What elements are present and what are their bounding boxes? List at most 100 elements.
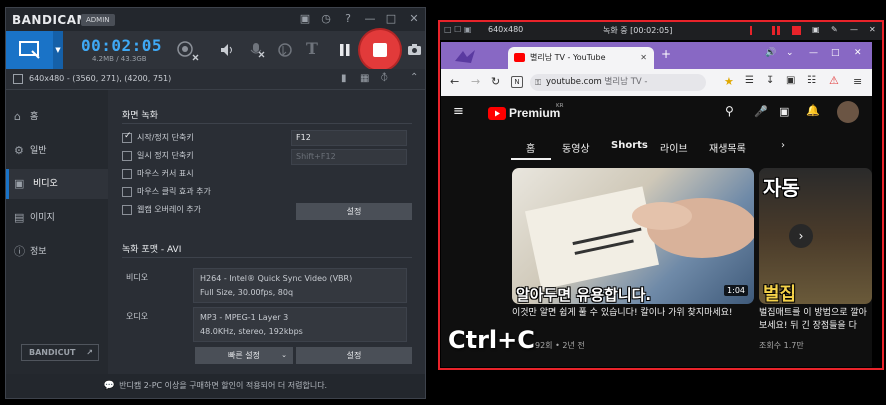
bandicut-label: BANDICUT <box>29 348 76 357</box>
chevron-down-icon[interactable]: ▼ <box>53 31 63 69</box>
video-title[interactable]: 이것만 알면 쉽게 풀 수 있습니다! 칼이나 가위 찾지마세요! <box>512 307 752 320</box>
url-field[interactable]: ⚿ youtube.com 별리남 TV - <box>530 74 706 91</box>
option-label: 시작/정지 단축키 <box>137 133 194 142</box>
webcam-off-icon[interactable] <box>174 39 200 61</box>
camera-icon[interactable] <box>407 43 422 56</box>
video-format-box[interactable]: H264 - Intel® Quick Sync Video (VBR) Ful… <box>193 268 407 303</box>
reload-icon[interactable]: ↻ <box>491 75 500 88</box>
bandicam-logo: BANDICAM <box>12 13 89 27</box>
tab-live[interactable]: 라이브 <box>660 140 688 155</box>
mouse-click-icon[interactable] <box>277 42 293 58</box>
chevron-right-icon[interactable]: › <box>781 140 785 151</box>
sidebar-item-general[interactable]: ⚙ 일반 <box>6 136 108 166</box>
pause-icon[interactable] <box>339 43 351 57</box>
format-settings-button[interactable]: 설정 <box>296 347 412 364</box>
admin-badge: ADMIN <box>81 14 115 26</box>
microphone-icon[interactable]: 🎤 <box>754 105 768 118</box>
sidebar-item-label: 이미지 <box>30 213 55 223</box>
sidebar-item-image[interactable]: ▤ 이미지 <box>6 203 108 233</box>
tab-videos[interactable]: 동영상 <box>562 140 590 155</box>
avatar[interactable] <box>837 101 859 123</box>
checkbox[interactable] <box>122 150 132 161</box>
reading-list-icon[interactable]: ☰ <box>745 75 754 86</box>
youtube-favicon <box>514 53 525 62</box>
clock-icon[interactable]: ◷ <box>319 12 333 26</box>
option-pause-hotkey[interactable]: 일시 정지 단축키 <box>122 150 194 161</box>
video-thumbnail[interactable]: 자동 벌집 <box>759 168 872 304</box>
collapse-icon[interactable]: ⌃ <box>410 72 418 83</box>
youtube-logo-icon[interactable] <box>488 107 506 120</box>
stop-record-button[interactable] <box>360 30 400 70</box>
speaker-icon[interactable] <box>219 42 235 58</box>
video-params: Full Size, 30.00fps, 80q <box>200 288 294 297</box>
checkbox[interactable] <box>122 204 132 215</box>
next-arrow-icon[interactable]: › <box>789 224 813 248</box>
promo-footer[interactable]: 💬 반디캠 2-PC 이상을 구매하면 할인이 적용되어 더 저렴합니다. <box>6 374 425 398</box>
quick-settings-button[interactable]: 빠른 설정 ⌄ <box>195 347 293 364</box>
sidebar-item-video[interactable]: ▣ 비디오 <box>6 169 108 199</box>
option-webcam-overlay[interactable]: 웹캠 오버레이 추가 <box>122 204 201 215</box>
video-title[interactable]: 벌집매트를 이 방법으로 깔아보세요! 뒤 긴 장점들을 다 <box>759 307 869 333</box>
webcam-settings-button[interactable]: 설정 <box>296 203 412 220</box>
tab-home[interactable]: 홈 <box>526 140 535 155</box>
tab-shorts[interactable]: Shorts <box>611 140 648 151</box>
start-hotkey-field[interactable]: F12 <box>291 130 407 146</box>
reader-mode-icon[interactable]: N <box>511 76 523 88</box>
divider <box>122 257 412 258</box>
close-icon[interactable]: ✕ <box>854 48 862 58</box>
close-icon[interactable]: ✕ <box>407 12 421 26</box>
bookmark-star-icon[interactable]: ★ <box>724 75 734 88</box>
back-icon[interactable]: ← <box>450 75 459 88</box>
audio-format-box[interactable]: MP3 - MPEG-1 Layer 3 48.0KHz, stereo, 19… <box>193 307 407 342</box>
bell-icon[interactable]: 🔔 <box>806 104 820 117</box>
screen-mode-button[interactable]: ▼ <box>6 31 63 69</box>
video-thumbnail[interactable]: 알아두면 유용합니다. 1:04 <box>512 168 754 304</box>
search-icon[interactable]: ⚲ <box>725 104 734 118</box>
option-label: 마우스 클릭 효과 추가 <box>137 187 211 196</box>
chevron-down-icon[interactable]: ⌄ <box>786 48 794 58</box>
folder-icon[interactable]: ▣ <box>298 12 312 26</box>
menu-icon[interactable]: ≡ <box>853 75 862 88</box>
minimize-icon[interactable]: — <box>809 48 818 58</box>
checkbox-checked[interactable]: ✓ <box>122 131 132 143</box>
thumbnail-caption: 알아두면 유용합니다. <box>516 286 652 304</box>
maximize-icon[interactable]: □ <box>831 48 840 58</box>
minimize-icon[interactable]: — <box>363 12 377 26</box>
microphone-off-icon[interactable] <box>248 41 266 59</box>
sidebar-item-home[interactable]: ⌂ 홈 <box>6 102 108 132</box>
recording-timer: 00:02:05 <box>81 36 163 55</box>
premium-logo-text[interactable]: Premium <box>509 106 560 120</box>
text-overlay-icon[interactable]: T <box>306 39 318 58</box>
address-bar-row: ← → ↻ N ⚿ youtube.com 별리남 TV - ★ ☰ ↧ ▣ ☷… <box>441 69 872 96</box>
sidebar: ⌂ 홈 ⚙ 일반 ▣ 비디오 ▤ 이미지 ⓘ 정보 BANDICUT ↗ <box>6 90 108 374</box>
checkbox[interactable] <box>122 168 132 179</box>
record-settings-icon[interactable]: ▦ <box>360 73 369 84</box>
extensions-icon[interactable]: ☷ <box>807 75 816 86</box>
pause-hotkey-field[interactable]: Shift+F12 <box>291 149 407 165</box>
video-icon[interactable]: ▮ <box>341 73 347 84</box>
sidebar-item-info[interactable]: ⓘ 정보 <box>6 237 108 267</box>
quick-settings-label: 빠른 설정 <box>228 351 260 360</box>
option-show-cursor[interactable]: 마우스 커서 표시 <box>122 168 194 179</box>
option-label: 일시 정지 단축키 <box>137 151 194 160</box>
maximize-icon[interactable]: □ <box>384 12 398 26</box>
warning-icon[interactable]: ⚠ <box>829 74 839 87</box>
create-video-icon[interactable]: ▣ <box>779 105 789 118</box>
info-icon: ⓘ <box>14 245 25 258</box>
help-icon[interactable]: ? <box>341 12 355 26</box>
option-start-stop-hotkey[interactable]: ✓ 시작/정지 단축키 <box>122 131 194 143</box>
tab-close-icon[interactable]: ✕ <box>640 47 647 69</box>
speaker-icon[interactable]: 🔊 <box>765 48 776 58</box>
region-checkbox[interactable] <box>13 74 23 84</box>
browser-tab[interactable]: 별리남 TV - YouTube ✕ <box>508 47 654 69</box>
hamburger-menu-icon[interactable]: ≡ <box>453 104 464 119</box>
option-click-effect[interactable]: 마우스 클릭 효과 추가 <box>122 186 211 197</box>
bandicut-button[interactable]: BANDICUT ↗ <box>21 344 99 361</box>
capture-icon[interactable]: ▣ <box>786 75 795 86</box>
broadcast-icon[interactable]: ⦽ <box>381 72 388 83</box>
new-tab-icon[interactable]: + <box>661 47 671 61</box>
forward-icon[interactable]: → <box>471 75 480 88</box>
tab-playlists[interactable]: 재생목록 <box>709 140 746 155</box>
download-icon[interactable]: ↧ <box>766 75 774 86</box>
checkbox[interactable] <box>122 186 132 197</box>
